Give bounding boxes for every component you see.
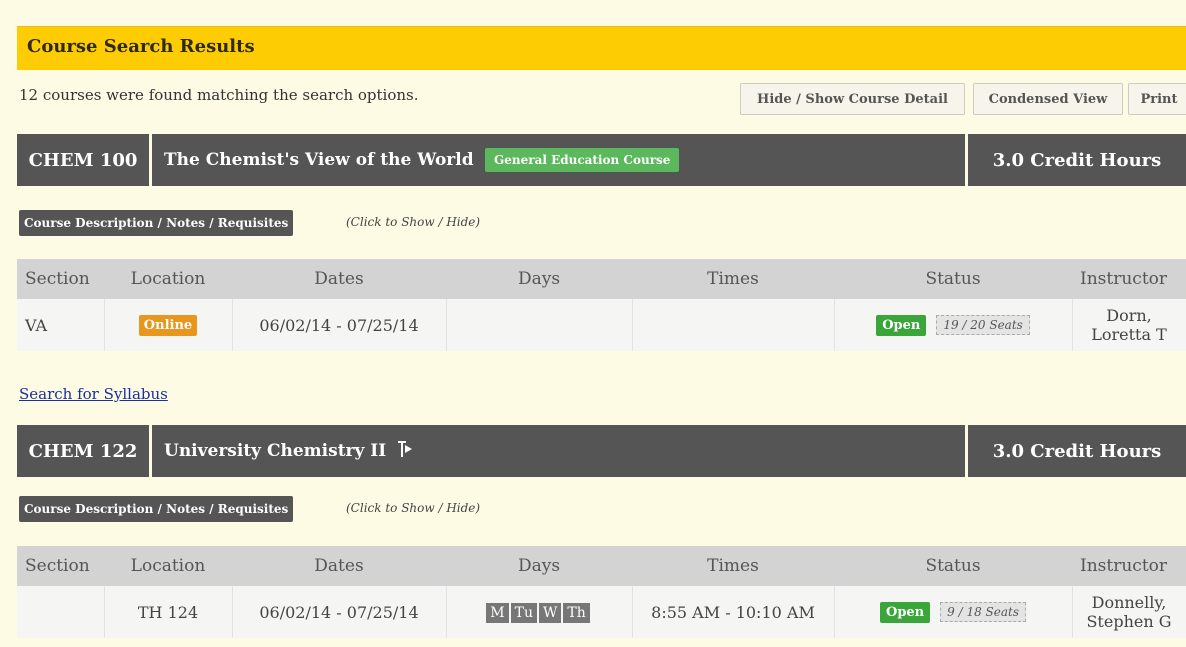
- flag-icon: [398, 440, 413, 463]
- dates-cell: 06/02/14 - 07/25/14: [232, 299, 447, 351]
- times-cell: [632, 299, 835, 351]
- course-title-text: University Chemistry II: [164, 441, 387, 461]
- results-summary: 12 courses were found matching the searc…: [19, 86, 419, 104]
- column-header: Dates: [232, 546, 446, 586]
- toggle-hint: (Click to Show / Hide): [346, 501, 481, 515]
- print-button[interactable]: Print: [1128, 83, 1186, 115]
- days-cell: [446, 299, 633, 351]
- hide-show-detail-button[interactable]: Hide / Show Course Detail: [740, 83, 965, 115]
- seats-badge: 9 / 18 Seats: [940, 602, 1026, 622]
- column-header: Status: [834, 259, 1072, 299]
- location-cell: Online: [104, 299, 233, 351]
- online-badge: Online: [138, 315, 198, 336]
- section-table: Section Location Dates Days Times Status…: [17, 546, 1186, 638]
- column-header: Location: [104, 546, 232, 586]
- column-header: Days: [446, 259, 632, 299]
- course-code: CHEM 100: [17, 134, 152, 186]
- times-cell: 8:55 AM - 10:10 AM: [632, 586, 835, 638]
- day-badge: M: [486, 602, 509, 623]
- page-title: Course Search Results: [27, 36, 255, 57]
- dates-cell: 06/02/14 - 07/25/14: [232, 586, 447, 638]
- section-code: [17, 586, 105, 638]
- course-title: University Chemistry II: [164, 425, 413, 477]
- location-cell: TH 124: [104, 586, 233, 638]
- column-header: Status: [834, 546, 1072, 586]
- instructor-last-name: Donnelly,: [1091, 593, 1167, 612]
- column-header: Times: [632, 259, 834, 299]
- general-education-badge: General Education Course: [485, 148, 680, 172]
- instructor-first-name: Loretta T: [1091, 325, 1167, 344]
- instructor-cell: Donnelly, Stephen G: [1072, 586, 1186, 638]
- credit-hours: 3.0 Credit Hours: [965, 425, 1186, 477]
- section-code: VA: [17, 299, 105, 351]
- search-syllabus-link[interactable]: Search for Syllabus: [19, 385, 168, 403]
- status-cell: Open 19 / 20 Seats: [834, 299, 1073, 351]
- instructor-first-name: Stephen G: [1086, 612, 1172, 631]
- column-header: Times: [632, 546, 834, 586]
- status-cell: Open 9 / 18 Seats: [834, 586, 1073, 638]
- course-header-chem-122: CHEM 122 University Chemistry II 3.0 Cre…: [17, 425, 1186, 477]
- column-header: Instructor: [1072, 259, 1186, 299]
- column-header: Section: [17, 546, 104, 586]
- credit-hours: 3.0 Credit Hours: [965, 134, 1186, 186]
- section-table: Section Location Dates Days Times Status…: [17, 259, 1186, 351]
- column-header: Days: [446, 546, 632, 586]
- toggle-hint: (Click to Show / Hide): [346, 215, 481, 229]
- instructor-cell: Dorn, Loretta T: [1072, 299, 1186, 351]
- column-header: Instructor: [1072, 546, 1186, 586]
- section-table-header: Section Location Dates Days Times Status…: [17, 259, 1186, 299]
- course-header-chem-100: CHEM 100 The Chemist's View of the World…: [17, 134, 1186, 186]
- course-description-toggle[interactable]: Course Description / Notes / Requisites: [19, 210, 294, 236]
- days-cell: M Tu W Th: [446, 586, 633, 638]
- course-description-toggle[interactable]: Course Description / Notes / Requisites: [19, 496, 294, 522]
- results-header: Course Search Results: [17, 26, 1186, 70]
- instructor-last-name: Dorn,: [1106, 306, 1152, 325]
- day-badge: W: [538, 602, 562, 623]
- column-header: Dates: [232, 259, 446, 299]
- course-code: CHEM 122: [17, 425, 152, 477]
- status-badge: Open: [880, 602, 931, 623]
- section-table-header: Section Location Dates Days Times Status…: [17, 546, 1186, 586]
- table-row: TH 124 06/02/14 - 07/25/14 M Tu W Th 8:55 A…: [17, 586, 1186, 638]
- status-badge: Open: [876, 315, 927, 336]
- seats-badge: 19 / 20 Seats: [936, 315, 1030, 335]
- day-badge: Th: [563, 602, 590, 623]
- condensed-view-button[interactable]: Condensed View: [973, 83, 1123, 115]
- course-title: The Chemist's View of the World: [164, 150, 474, 170]
- table-row: VA Online 06/02/14 - 07/25/14 Open 19 / 2…: [17, 299, 1186, 351]
- day-badge: Tu: [510, 602, 537, 623]
- column-header: Location: [104, 259, 232, 299]
- column-header: Section: [17, 259, 104, 299]
